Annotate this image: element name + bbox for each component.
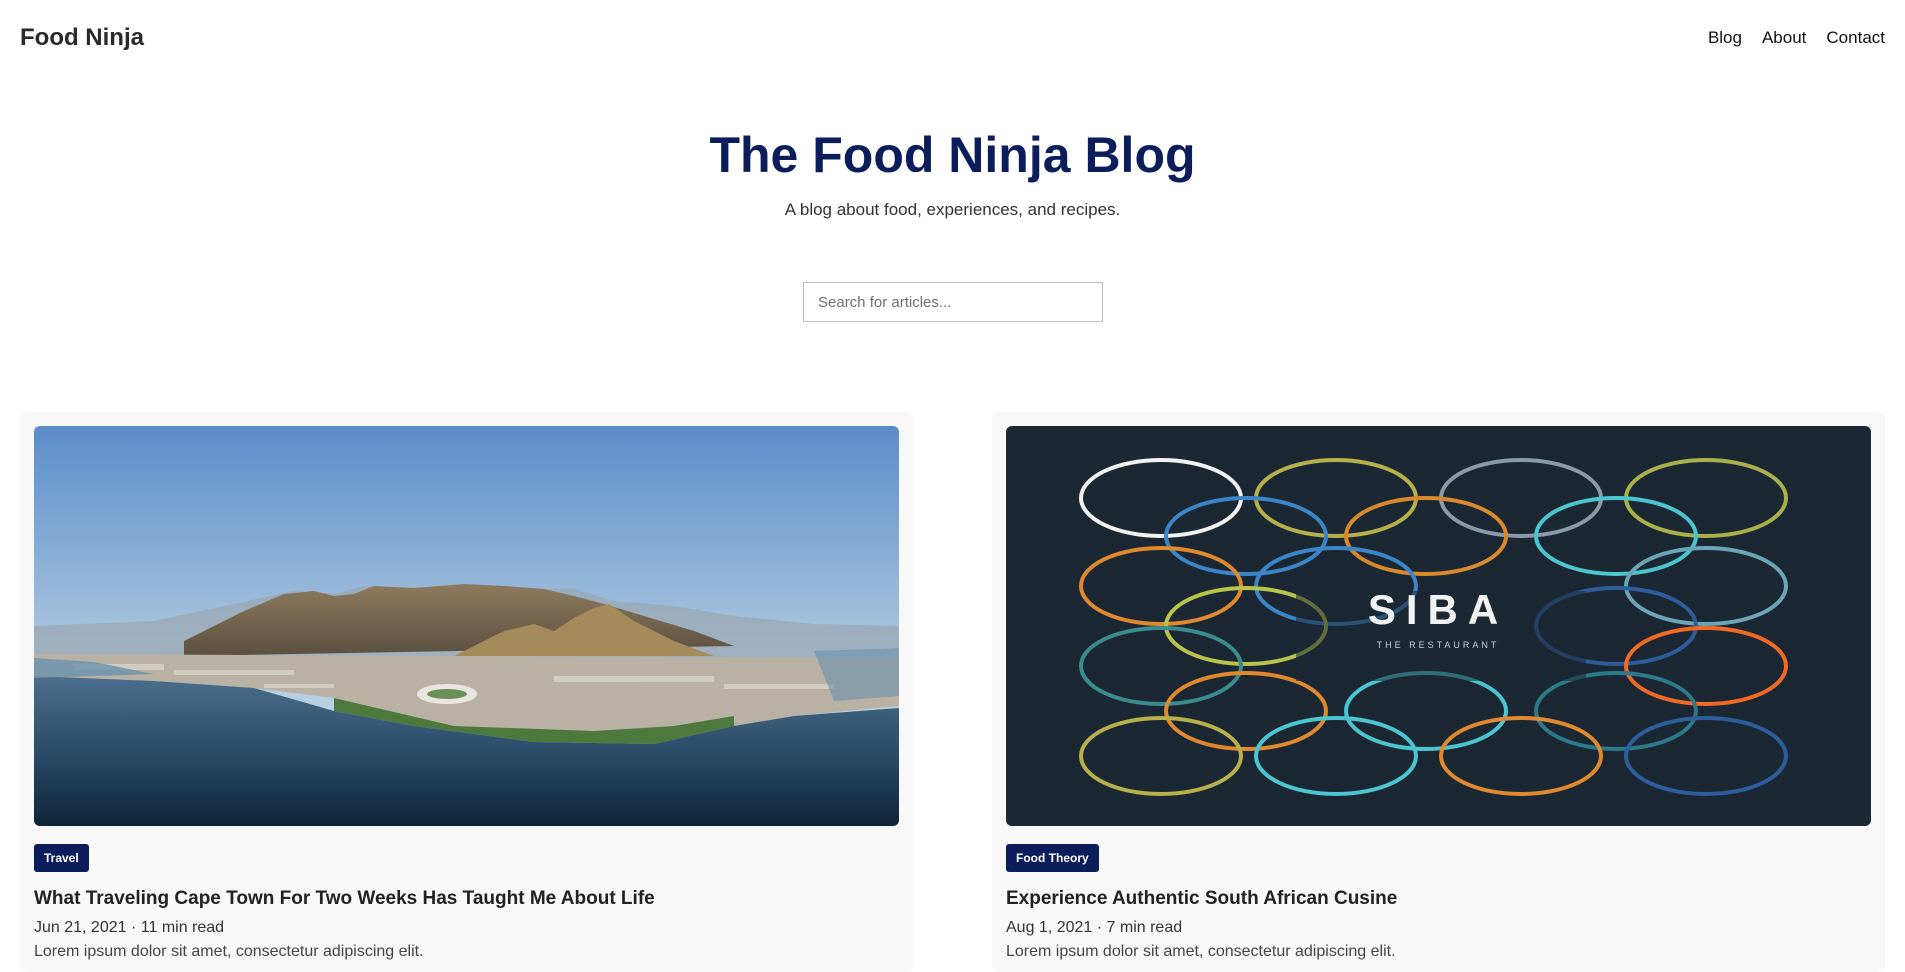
category-tag[interactable]: Travel — [34, 844, 89, 872]
siba-logo-tagline: THE RESTAURANT — [1377, 640, 1500, 650]
nav-blog-link[interactable]: Blog — [1708, 28, 1742, 48]
page-subtitle: A blog about food, experiences, and reci… — [784, 200, 1121, 219]
brand-logo[interactable]: Food Ninja — [20, 24, 144, 52]
post-date: Jun 21, 2021 — [34, 919, 127, 936]
post-read-time: 11 min read — [140, 919, 225, 936]
nav-about-link[interactable]: About — [1762, 28, 1806, 48]
post-excerpt: Lorem ipsum dolor sit amet, consectetur … — [1006, 943, 1396, 960]
post-date: Aug 1, 2021 — [1006, 919, 1093, 936]
post-grid: Travel What Traveling Cape Town For Two … — [20, 412, 1885, 972]
post-title[interactable]: What Traveling Cape Town For Two Weeks H… — [34, 888, 899, 910]
top-navbar: Food Ninja Blog About Contact — [0, 0, 1905, 78]
post-excerpt: Lorem ipsum dolor sit amet, consectetur … — [34, 943, 424, 960]
post-card[interactable]: SIBA THE RESTAURANT Food Theory Experien… — [992, 412, 1885, 972]
post-title[interactable]: Experience Authentic South African Cusin… — [1006, 888, 1871, 910]
post-read-time: 7 min read — [1106, 919, 1183, 936]
hero: The Food Ninja Blog A blog about food, e… — [0, 120, 1905, 220]
siba-logo-name: SIBA — [1368, 586, 1508, 633]
post-card[interactable]: Travel What Traveling Cape Town For Two … — [20, 412, 913, 972]
meta-separator: · — [130, 919, 141, 936]
search-input[interactable] — [803, 282, 1103, 322]
cape-town-image[interactable] — [34, 426, 899, 826]
meta-separator: · — [1096, 919, 1107, 936]
siba-restaurant-image[interactable]: SIBA THE RESTAURANT — [1006, 426, 1871, 826]
category-tag[interactable]: Food Theory — [1006, 844, 1099, 872]
page-title: The Food Ninja Blog — [709, 127, 1196, 183]
main-nav: Blog About Contact — [1708, 28, 1885, 48]
post-meta: Jun 21, 2021 · 11 min read — [34, 919, 899, 937]
post-meta: Aug 1, 2021 · 7 min read — [1006, 919, 1871, 937]
nav-contact-link[interactable]: Contact — [1826, 28, 1885, 48]
